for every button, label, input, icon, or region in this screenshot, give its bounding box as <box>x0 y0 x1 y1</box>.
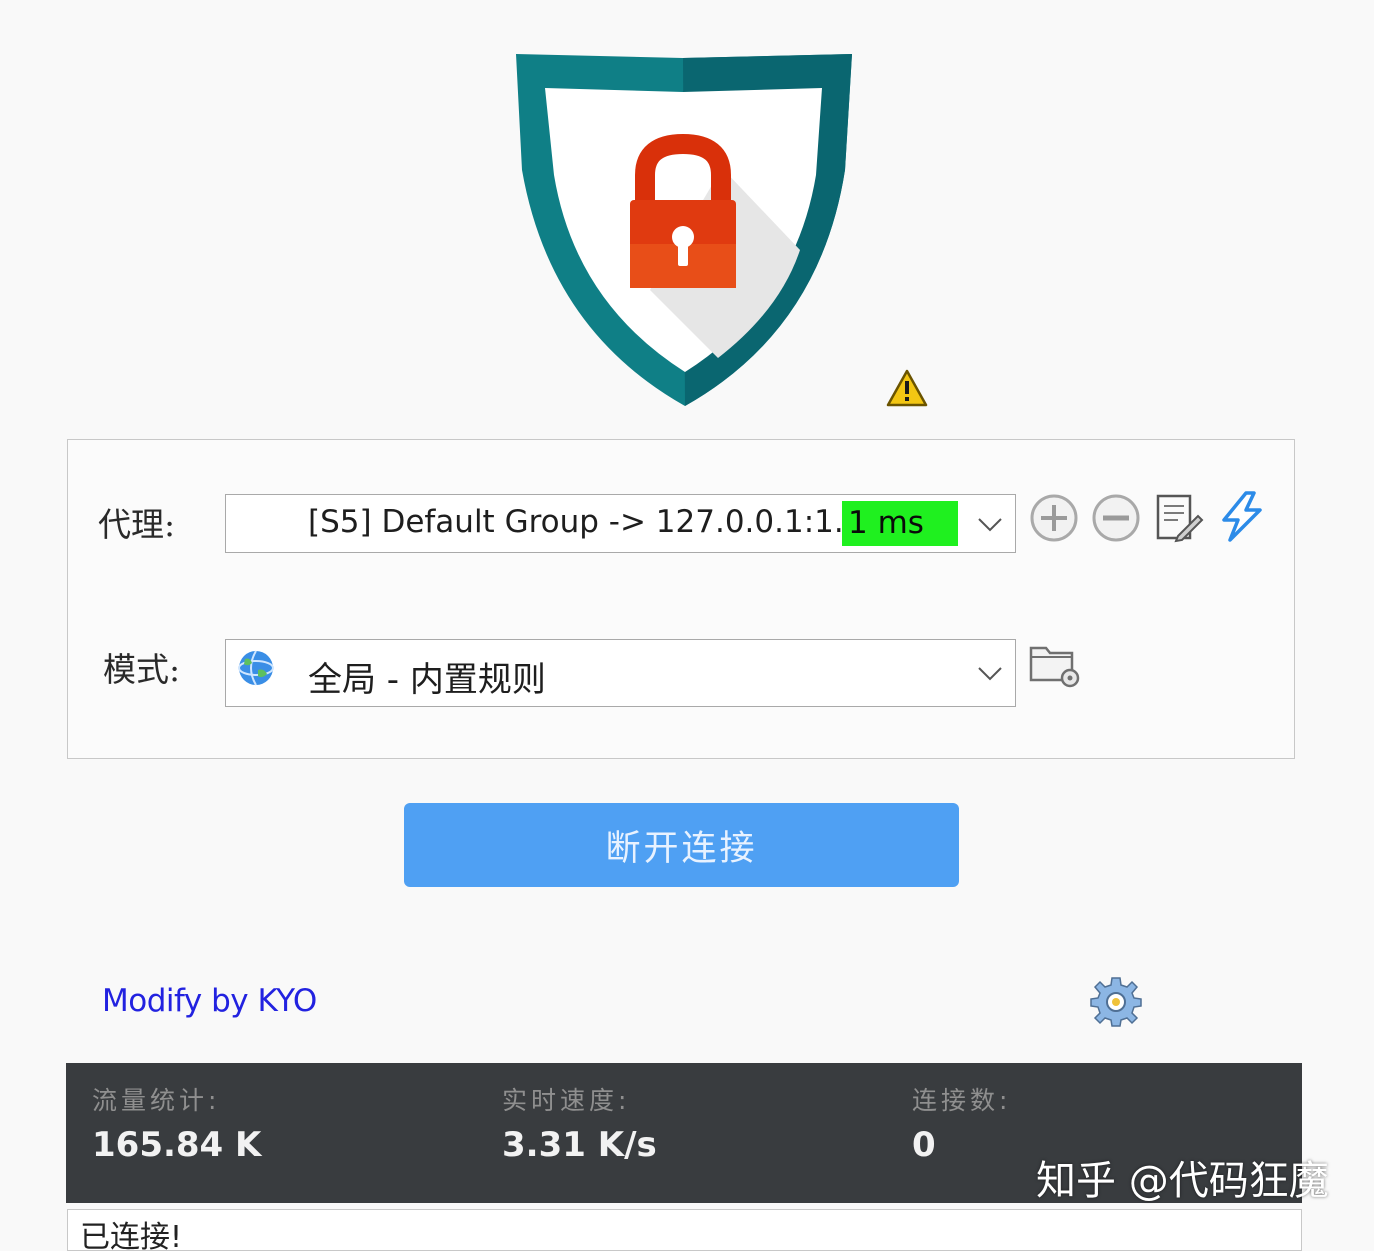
mode-label: 模式: <box>103 650 181 689</box>
connections-value: 0 <box>912 1125 936 1165</box>
disconnect-button[interactable]: 断开连接 <box>404 803 959 887</box>
traffic-value: 165.84 K <box>92 1125 262 1165</box>
proxy-selected-value: [S5] Default Group -> 127.0.0.1:1... <box>308 504 864 540</box>
traffic-label: 流量统计: <box>92 1086 221 1115</box>
folder-settings-icon[interactable] <box>1028 640 1080 692</box>
log-area[interactable]: 已连接! <box>67 1209 1302 1251</box>
edit-icon[interactable] <box>1152 492 1204 544</box>
gear-icon[interactable] <box>1090 976 1142 1028</box>
remove-icon[interactable] <box>1090 492 1142 544</box>
proxy-settings-panel: 代理: [S5] Default Group -> 127.0.0.1:1...… <box>67 439 1295 759</box>
mode-select[interactable]: 全局 - 内置规则 <box>225 639 1016 707</box>
warning-icon <box>886 369 928 407</box>
connections-label: 连接数: <box>912 1086 1012 1115</box>
add-icon[interactable] <box>1028 492 1080 544</box>
speed-value: 3.31 K/s <box>502 1125 657 1165</box>
proxy-select[interactable]: [S5] Default Group -> 127.0.0.1:1... 1 m… <box>225 494 1016 553</box>
shield-lock-icon <box>516 54 852 406</box>
proxy-label: 代理: <box>98 505 176 544</box>
chevron-down-icon[interactable] <box>977 664 1003 682</box>
watermark: 知乎 @代码狂魔 <box>1036 1158 1329 1204</box>
latency-badge: 1 ms <box>842 501 958 546</box>
speed-label: 实时速度: <box>502 1086 631 1115</box>
globe-icon <box>238 650 274 686</box>
chevron-down-icon[interactable] <box>977 515 1003 533</box>
modify-credit[interactable]: Modify by KYO <box>102 983 317 1019</box>
mode-selected-value: 全局 - 内置规则 <box>308 660 546 700</box>
test-icon[interactable] <box>1216 490 1268 542</box>
